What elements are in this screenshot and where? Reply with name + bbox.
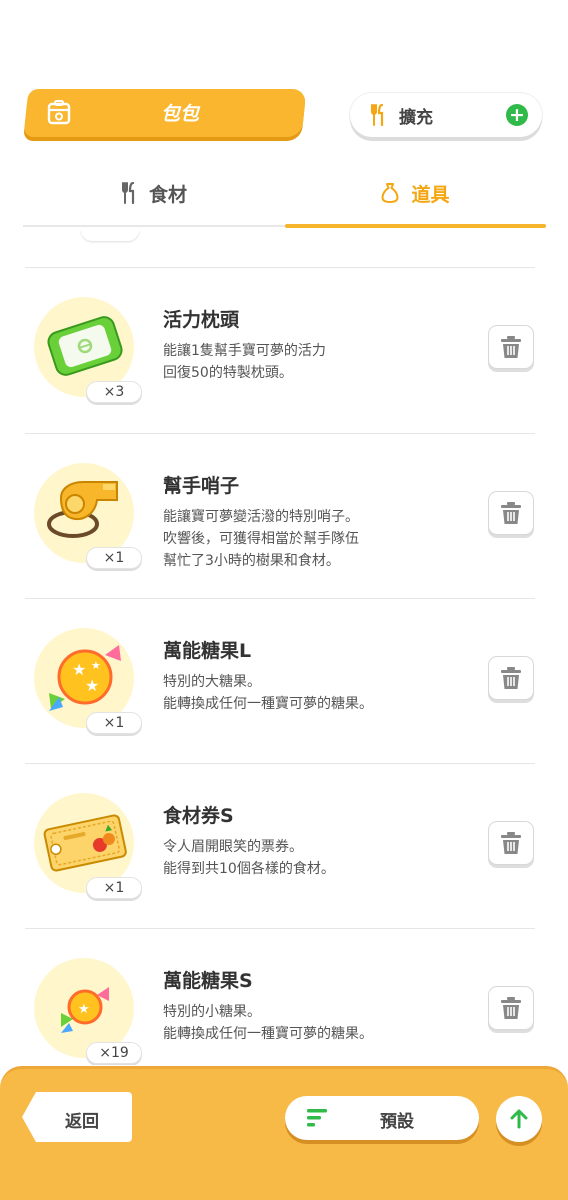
list-item[interactable]: ★ ★ ★ ×1 萬能糖果L 特別的大糖果。 能轉換成任何一種寶可夢的糖果。 — [25, 599, 535, 764]
back-label: 返回 — [65, 1112, 99, 1132]
pillow-icon — [47, 316, 123, 376]
fork-knife-icon — [121, 182, 135, 204]
trash-icon — [501, 336, 521, 358]
trash-icon — [501, 997, 521, 1019]
list-item[interactable]: ★ ×19 萬能糖果S 特別的小糖果。 能轉換成任何一種寶可夢的糖果。 — [25, 929, 535, 1065]
item-list[interactable]: ×3 活力枕頭 能讓1隻幫手寶可夢的活力 回復50的特製枕頭。 ×1 幫手哨子 … — [25, 231, 535, 1065]
item-name: 食材券S — [163, 805, 234, 827]
preset-label: 預設 — [380, 1112, 414, 1132]
tab-ingredients[interactable]: 食材 — [23, 165, 285, 221]
delete-button[interactable] — [488, 656, 534, 700]
svg-text:★: ★ — [91, 659, 101, 672]
delete-button[interactable] — [488, 821, 534, 865]
fork-knife-icon — [371, 104, 384, 126]
svg-text:★: ★ — [85, 676, 99, 695]
candy-large-icon: ★ ★ ★ — [49, 645, 121, 711]
item-name: 萬能糖果L — [163, 640, 252, 662]
quantity-badge: ×1 — [86, 877, 142, 899]
item-description: 能讓1隻幫手寶可夢的活力 回復50的特製枕頭。 — [163, 343, 326, 381]
bag-icon — [47, 100, 71, 125]
list-item[interactable]: ×1 幫手哨子 能讓寶可夢變活潑的特別哨子。 吹響後，可獲得相當於幫手隊伍 幫忙… — [25, 434, 535, 599]
quantity-badge: ×19 — [86, 1042, 142, 1064]
delete-button[interactable] — [488, 986, 534, 1030]
partial-quantity-badge — [81, 231, 139, 241]
expand-label: 擴充 — [399, 108, 433, 128]
delete-button[interactable] — [488, 325, 534, 369]
candy-small-icon: ★ — [61, 987, 109, 1033]
list-item[interactable]: ×1 食材券S 令人眉開眼笑的票券。 能得到共10個各樣的食材。 — [25, 764, 535, 929]
tab-items-label: 道具 — [411, 183, 450, 206]
trash-icon — [501, 502, 521, 524]
item-description: 特別的大糖果。 能轉換成任何一種寶可夢的糖果。 — [163, 674, 373, 712]
back-button[interactable]: 返回 — [22, 1092, 132, 1142]
quantity-badge: ×1 — [86, 712, 142, 734]
ingredient-ticket-icon — [43, 814, 127, 872]
preset-button[interactable]: 預設 — [285, 1096, 479, 1140]
svg-text:★: ★ — [78, 1002, 90, 1017]
item-description: 能讓寶可夢變活潑的特別哨子。 吹響後，可獲得相當於幫手隊伍 幫忙了3小時的樹果和… — [163, 509, 359, 569]
item-name: 幫手哨子 — [163, 475, 240, 497]
trash-icon — [501, 832, 521, 854]
list-item[interactable]: ×3 活力枕頭 能讓1隻幫手寶可夢的活力 回復50的特製枕頭。 — [25, 268, 535, 433]
quantity-badge: ×3 — [86, 381, 142, 403]
item-description: 特別的小糖果。 能轉換成任何一種寶可夢的糖果。 — [163, 1004, 373, 1042]
scroll-top-button[interactable] — [496, 1096, 542, 1142]
item-name: 活力枕頭 — [163, 309, 240, 331]
tab-ingredients-label: 食材 — [148, 183, 187, 206]
category-tabs: 食材 道具 — [23, 165, 546, 231]
active-tab-indicator — [285, 224, 546, 228]
tab-items[interactable]: 道具 — [285, 165, 546, 221]
arrow-up-icon — [510, 1109, 528, 1129]
trash-icon — [501, 667, 521, 689]
item-description: 令人眉開眼笑的票券。 能得到共10個各樣的食材。 — [163, 839, 335, 877]
item-name: 萬能糖果S — [163, 970, 253, 992]
whistle-icon — [47, 481, 118, 538]
quantity-badge: ×1 — [86, 547, 142, 569]
bag-title: 包包 — [160, 103, 199, 125]
item-bag-icon — [381, 183, 399, 203]
plus-icon: + — [506, 104, 528, 126]
expand-button[interactable]: 擴充 + — [350, 93, 542, 137]
delete-button[interactable] — [488, 491, 534, 535]
